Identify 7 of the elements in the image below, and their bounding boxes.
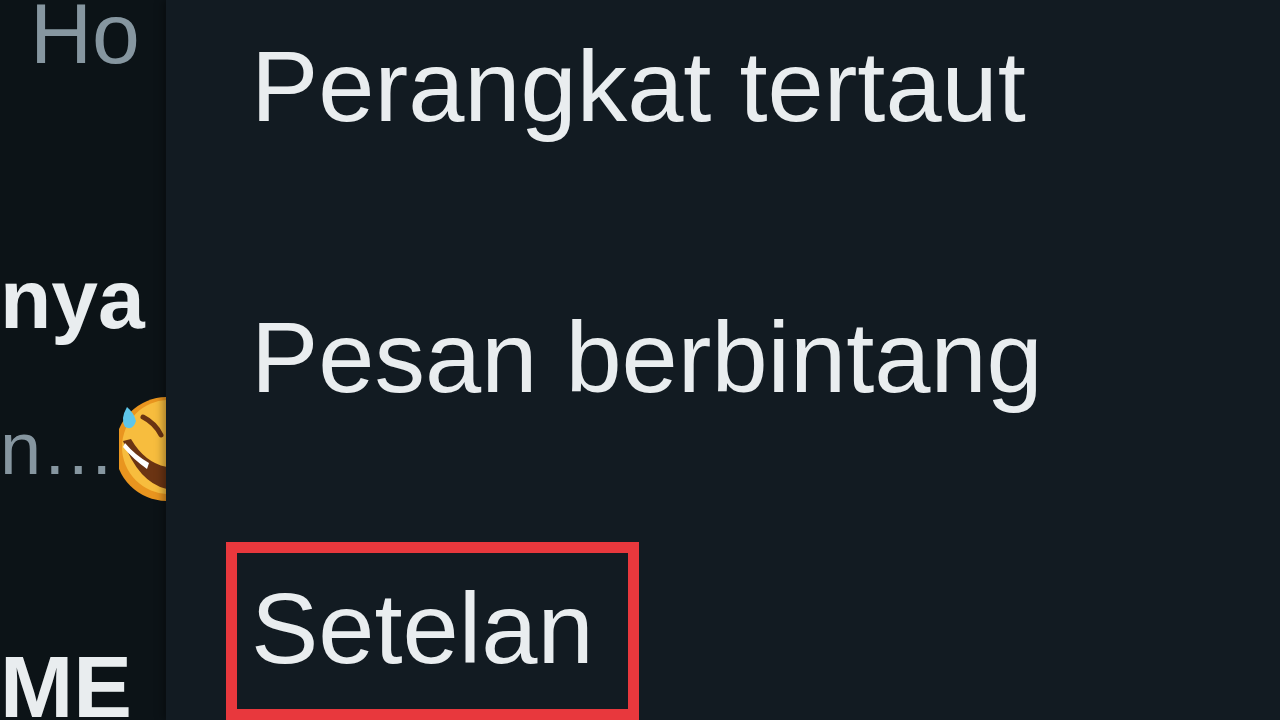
- message-preview: n…: [0, 406, 116, 492]
- menu-item[interactable]: Setelan: [226, 542, 639, 720]
- chat-name: nya: [0, 251, 145, 348]
- menu-item[interactable]: Perangkat tertaut: [226, 0, 1071, 178]
- menu-item[interactable]: Pesan berbintang: [226, 271, 1088, 449]
- message-preview: Ho: [30, 0, 140, 83]
- chat-name: ME: [0, 637, 132, 720]
